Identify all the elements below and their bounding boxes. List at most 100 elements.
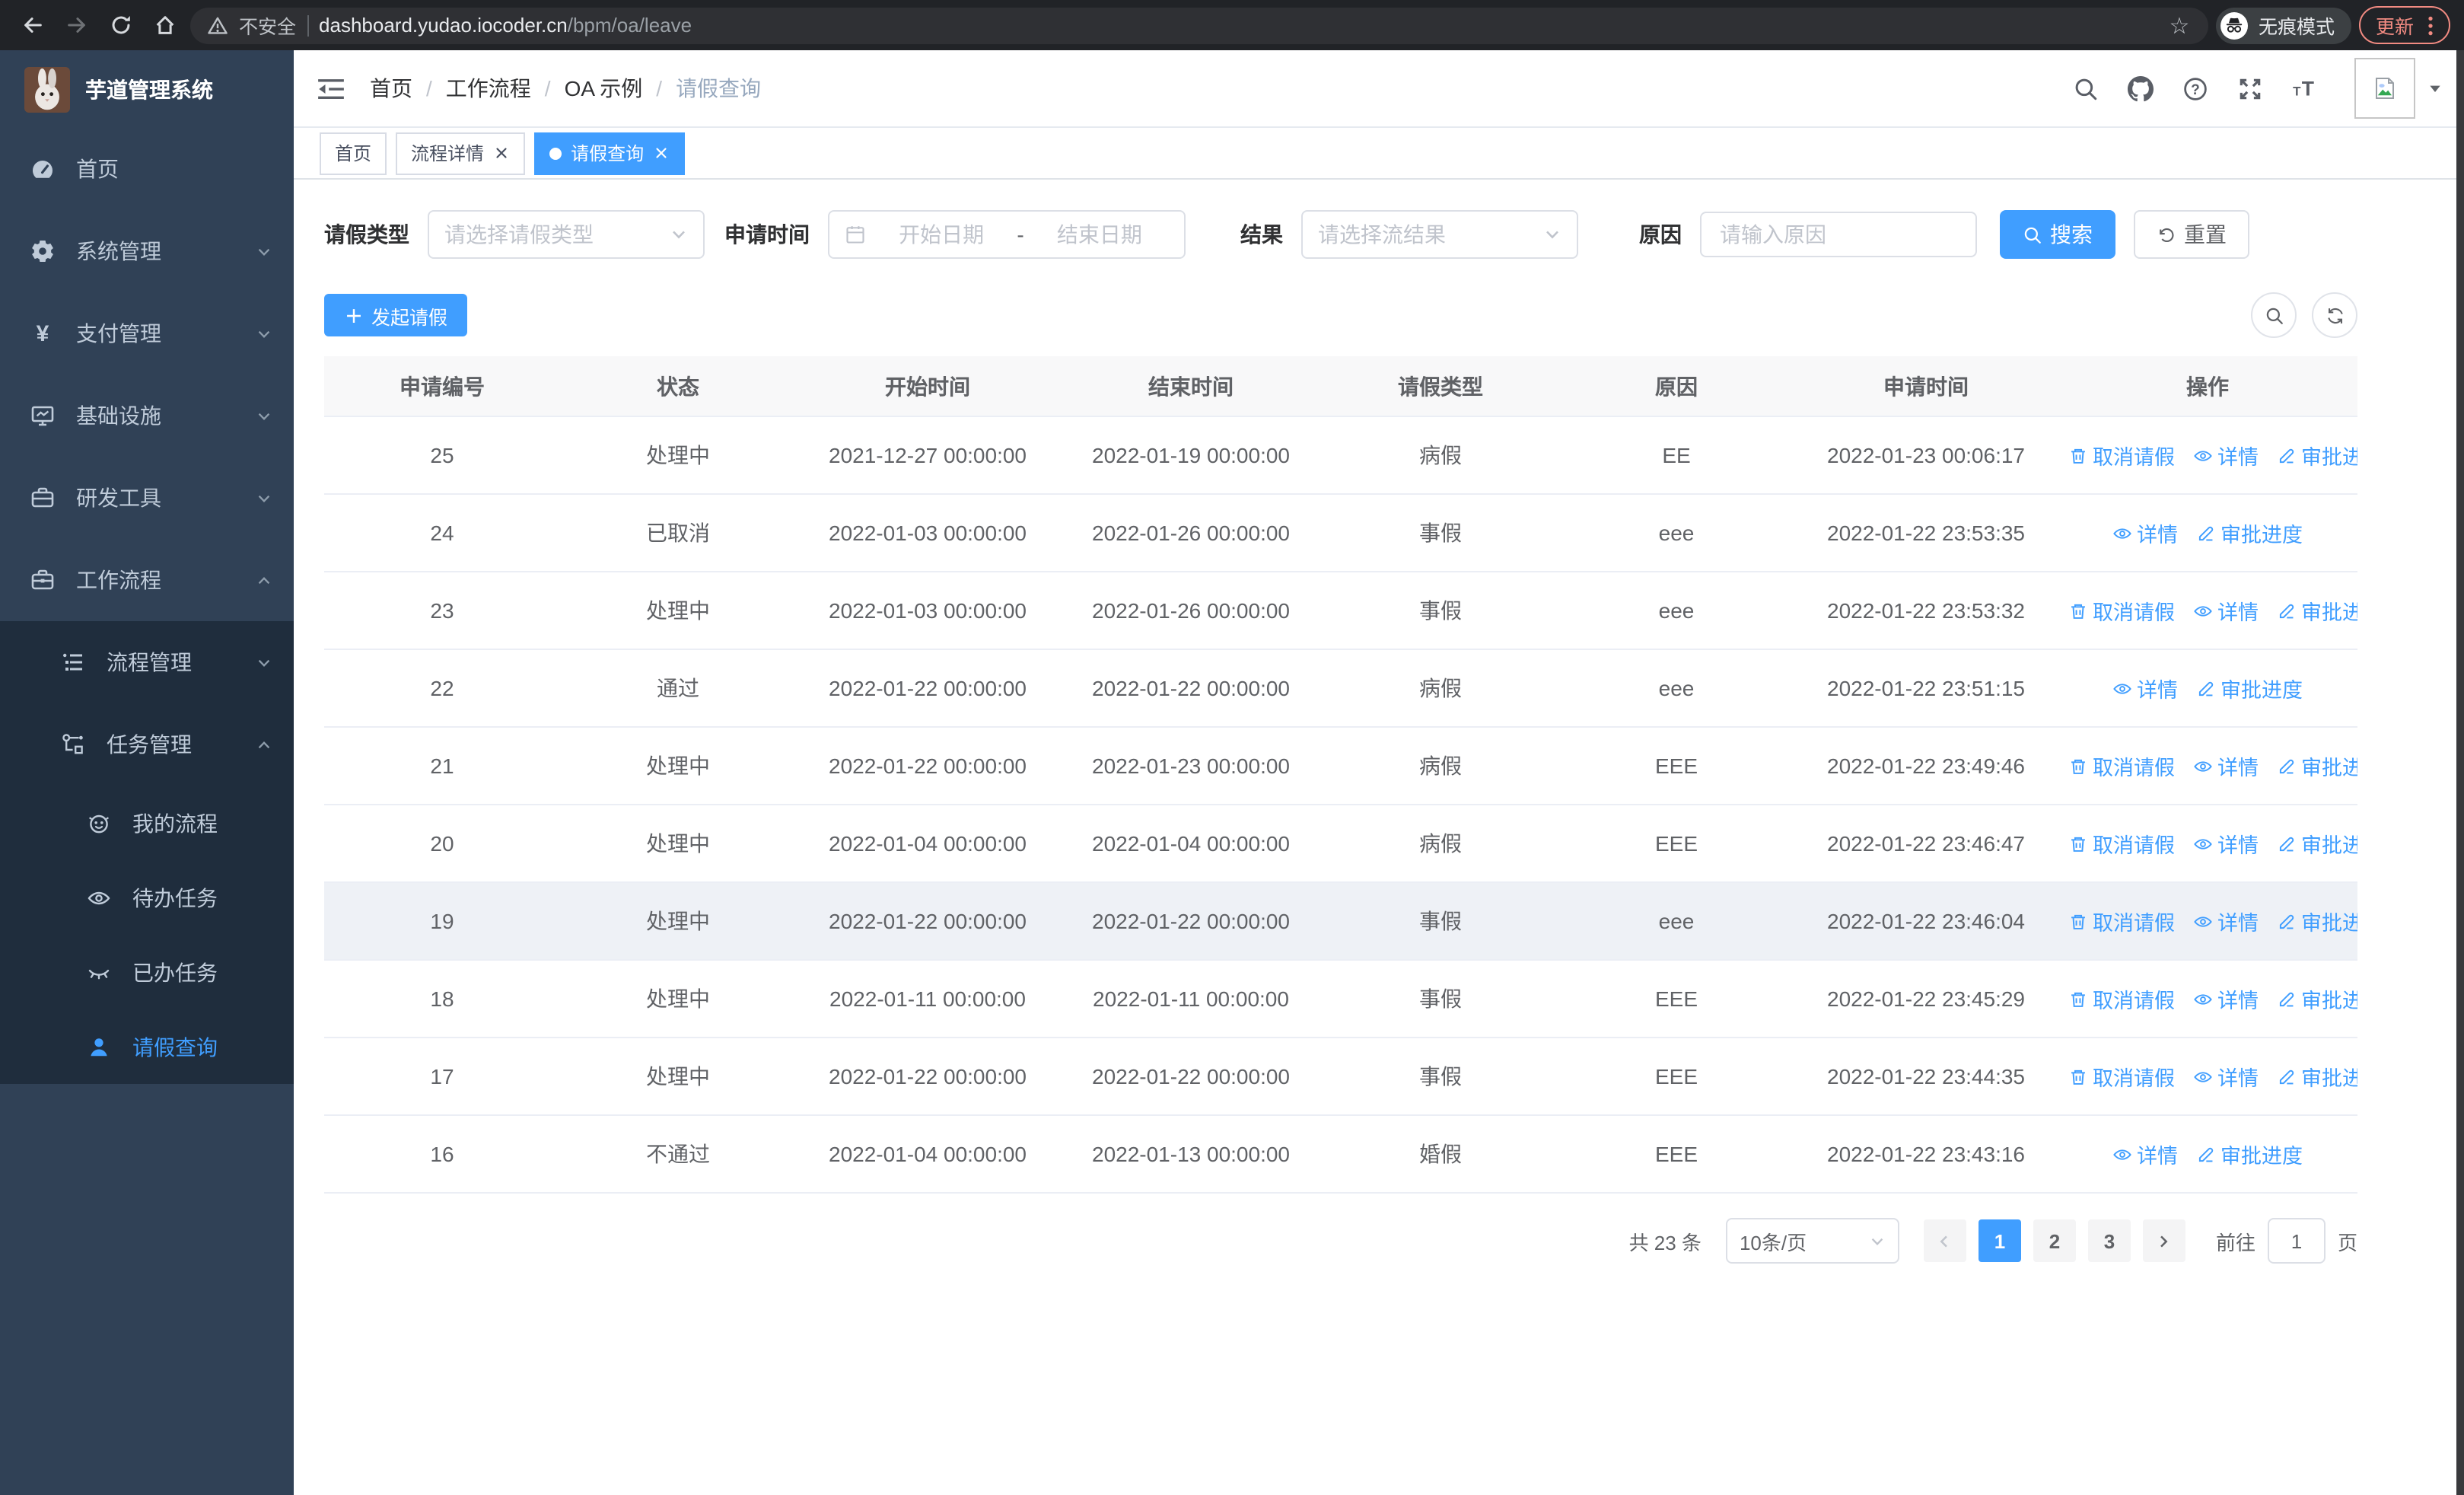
progress-link[interactable]: 审批进度	[2196, 518, 2303, 548]
cancel-leave-link[interactable]: 取消请假	[2068, 1061, 2175, 1092]
browser-back-icon[interactable]	[14, 7, 50, 43]
page-scrollbar[interactable]	[2456, 50, 2464, 1495]
sidebar-item-process-management[interactable]: 流程管理	[0, 621, 294, 703]
cell-apply-time: 2022-01-22 23:53:32	[1794, 572, 2058, 650]
progress-link[interactable]: 审批进度	[2277, 595, 2357, 626]
result-select[interactable]: 请选择流结果	[1301, 210, 1578, 259]
fullscreen-icon[interactable]	[2237, 75, 2263, 101]
browser-reload-icon[interactable]	[102, 7, 138, 43]
detail-link[interactable]: 详情	[2193, 828, 2259, 859]
detail-link[interactable]: 详情	[2193, 440, 2259, 470]
sidebar-item-leave-query[interactable]: 请假查询	[0, 1009, 294, 1084]
page-button-1[interactable]: 1	[1978, 1219, 2021, 1262]
tab-home[interactable]: 首页	[320, 132, 387, 174]
url-bar[interactable]: 不安全 dashboard.yudao.iocoder.cn/bpm/oa/le…	[190, 7, 2208, 43]
cancel-leave-link[interactable]: 取消请假	[2068, 751, 2175, 781]
detail-link[interactable]: 详情	[2193, 906, 2259, 936]
progress-link[interactable]: 审批进度	[2196, 673, 2303, 703]
cell-actions: 取消请假详情审批进度	[2058, 727, 2357, 805]
leave-type-select[interactable]: 请选择请假类型	[428, 210, 705, 259]
bookmark-star-icon[interactable]: ☆	[2167, 13, 2192, 39]
breadcrumb: 首页 / 工作流程 / OA 示例 / 请假查询	[370, 73, 2073, 104]
sidebar-item-done-tasks[interactable]: 已办任务	[0, 935, 294, 1009]
browser-forward-icon[interactable]	[58, 7, 94, 43]
sidebar: 芋道管理系统 首页 系统管理 ¥ 支付管理 基础设施 研发工具 工作流程 流程管理 任务管理 我的…	[0, 50, 294, 1495]
breadcrumb-item[interactable]: OA 示例	[565, 73, 643, 104]
tab-close-icon[interactable]	[493, 145, 510, 161]
sidebar-item-label: 基础设施	[76, 403, 161, 428]
toggle-search-button[interactable]	[2251, 292, 2297, 338]
cell-end-time: 2022-01-19 00:00:00	[1059, 416, 1323, 495]
detail-link[interactable]: 详情	[2112, 518, 2178, 548]
browser-home-icon[interactable]	[146, 7, 183, 43]
search-icon[interactable]	[2073, 75, 2099, 101]
goto-page-input[interactable]	[2267, 1218, 2326, 1264]
cancel-leave-link[interactable]: 取消请假	[2068, 440, 2175, 470]
cell-leave-type: 病假	[1323, 416, 1558, 495]
tab-leave-query[interactable]: 请假查询	[534, 132, 686, 174]
cancel-leave-link[interactable]: 取消请假	[2068, 828, 2175, 859]
pagination: 共 23 条 10条/页 123 前往 页	[324, 1218, 2357, 1264]
detail-link[interactable]: 详情	[2193, 1061, 2259, 1092]
breadcrumb-item[interactable]: 首页	[370, 73, 412, 104]
pen-icon	[2277, 601, 2297, 620]
cell-end-time: 2022-01-11 00:00:00	[1059, 960, 1323, 1038]
eye-icon	[2112, 523, 2132, 543]
progress-link[interactable]: 审批进度	[2277, 906, 2357, 936]
progress-link[interactable]: 审批进度	[2277, 1061, 2357, 1092]
page-button-3[interactable]: 3	[2087, 1219, 2131, 1262]
search-button[interactable]: 搜索	[2000, 210, 2115, 259]
browser-menu-icon[interactable]	[2427, 14, 2434, 36]
sidebar-item-system-management[interactable]: 系统管理	[0, 210, 294, 292]
detail-link[interactable]: 详情	[2112, 1139, 2178, 1169]
cell-apply-time: 2022-01-22 23:45:29	[1794, 960, 2058, 1038]
reason-input[interactable]	[1700, 212, 1977, 257]
page-button-2[interactable]: 2	[2033, 1219, 2076, 1262]
result-placeholder: 请选择流结果	[1318, 222, 1446, 247]
sidebar-item-infrastructure[interactable]: 基础设施	[0, 375, 294, 457]
sidebar-item-home[interactable]: 首页	[0, 128, 294, 210]
breadcrumb-item[interactable]: 工作流程	[446, 73, 531, 104]
detail-link[interactable]: 详情	[2193, 751, 2259, 781]
next-page-button[interactable]	[2142, 1219, 2185, 1262]
cell-leave-type: 婚假	[1323, 1115, 1558, 1194]
create-leave-button[interactable]: 发起请假	[324, 294, 468, 336]
tab-close-icon[interactable]	[653, 145, 670, 161]
refresh-table-button[interactable]	[2312, 292, 2357, 338]
page-size-select[interactable]: 10条/页	[1725, 1218, 1899, 1264]
sidebar-toggle-icon[interactable]	[317, 77, 345, 100]
tab-process-detail[interactable]: 流程详情	[396, 132, 526, 174]
incognito-label: 无痕模式	[2258, 17, 2335, 38]
prev-page-button[interactable]	[1923, 1219, 1966, 1262]
sidebar-item-payment-management[interactable]: ¥ 支付管理	[0, 292, 294, 375]
apply-time-range-picker[interactable]: 开始日期 - 结束日期	[828, 210, 1186, 259]
progress-link[interactable]: 审批进度	[2196, 1139, 2303, 1169]
cancel-leave-link[interactable]: 取消请假	[2068, 595, 2175, 626]
help-icon[interactable]: ?	[2182, 75, 2208, 101]
eye-icon	[2193, 445, 2213, 465]
detail-link[interactable]: 详情	[2112, 673, 2178, 703]
detail-link[interactable]: 详情	[2193, 983, 2259, 1014]
progress-link[interactable]: 审批进度	[2277, 983, 2357, 1014]
top-navbar: 首页 / 工作流程 / OA 示例 / 请假查询 ? T T	[294, 50, 2464, 128]
sidebar-item-dev-tools[interactable]: 研发工具	[0, 457, 294, 539]
sidebar-item-task-management[interactable]: 任务管理	[0, 703, 294, 786]
cell-apply-time: 2022-01-23 00:06:17	[1794, 416, 2058, 495]
detail-link[interactable]: 详情	[2193, 595, 2259, 626]
cancel-leave-link[interactable]: 取消请假	[2068, 906, 2175, 936]
reset-button[interactable]: 重置	[2134, 210, 2249, 259]
toolbox-icon	[30, 486, 55, 510]
cancel-leave-link[interactable]: 取消请假	[2068, 983, 2175, 1014]
font-size-icon[interactable]: TT	[2292, 75, 2318, 101]
user-avatar[interactable]	[2354, 58, 2443, 119]
progress-link[interactable]: 审批进度	[2277, 440, 2357, 470]
cell-start-time: 2022-01-11 00:00:00	[796, 960, 1059, 1038]
update-button[interactable]: 更新	[2358, 6, 2450, 44]
sidebar-item-workflow[interactable]: 工作流程	[0, 539, 294, 621]
sidebar-item-todo-tasks[interactable]: 待办任务	[0, 860, 294, 935]
progress-link[interactable]: 审批进度	[2277, 828, 2357, 859]
github-icon[interactable]	[2128, 75, 2154, 101]
tab-label: 首页	[335, 143, 372, 164]
sidebar-item-my-process[interactable]: 我的流程	[0, 786, 294, 860]
progress-link[interactable]: 审批进度	[2277, 751, 2357, 781]
